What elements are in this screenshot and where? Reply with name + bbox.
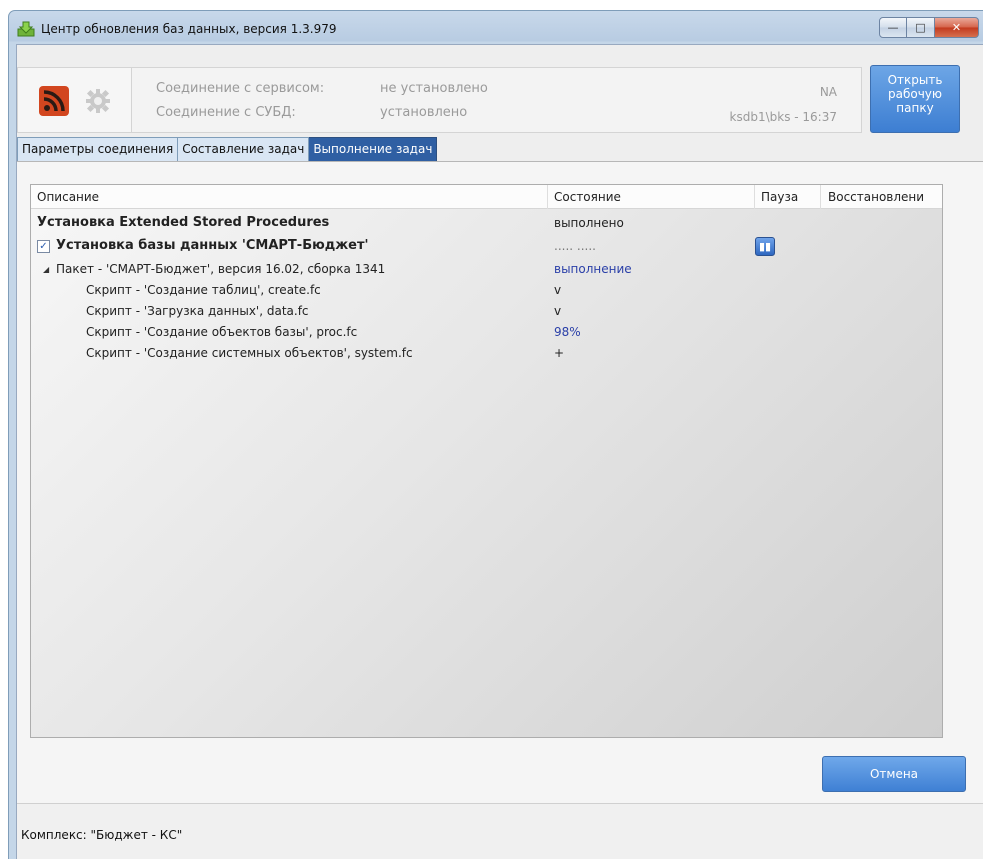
tree-expand-arrow-icon[interactable]: ◢ (43, 265, 49, 274)
maximize-button[interactable]: □ (907, 17, 935, 38)
status-icons (18, 68, 132, 132)
open-folder-label-1: Открыть (887, 73, 943, 87)
column-state[interactable]: Состояние (554, 190, 621, 204)
dbms-connection-label: Соединение с СУБД: (156, 105, 296, 120)
table-row[interactable]: Скрипт - 'Создание системных объектов', … (31, 345, 942, 365)
pause-icon[interactable]: ▮▮ (755, 237, 775, 256)
row-state: v (554, 304, 562, 318)
tab-connection-params[interactable]: Параметры соединения (17, 137, 179, 161)
row-description: Пакет - 'СМАРТ-Бюджет', версия 16.02, сб… (56, 262, 386, 276)
minimize-button[interactable]: — (879, 17, 907, 38)
table-row[interactable]: Скрипт - 'Создание таблиц', create.fc v (31, 282, 942, 302)
cancel-button[interactable]: Отмена (822, 756, 966, 792)
service-version-text: NA (819, 85, 837, 99)
connection-status-panel: Соединение с сервисом: не установлено Со… (17, 67, 862, 133)
column-divider (754, 185, 755, 209)
row-state: выполнено (554, 216, 624, 230)
title-bar[interactable]: Центр обновления баз данных, версия 1.3.… (9, 11, 983, 45)
column-pause[interactable]: Пауза (761, 190, 798, 204)
column-description[interactable]: Описание (37, 190, 99, 204)
close-button[interactable]: ✕ (935, 17, 979, 38)
tab-task-execution[interactable]: Выполнение задач (309, 137, 438, 161)
open-folder-label-3: папку (896, 101, 934, 115)
column-divider (547, 185, 548, 209)
tab-task-composition[interactable]: Составление задач (178, 137, 310, 161)
row-state: 98% (554, 325, 581, 339)
open-work-folder-button[interactable]: Открыть рабочую папку (870, 65, 960, 133)
service-connection-label: Соединение с сервисом: (156, 81, 325, 96)
row-state: ..... ..... (554, 239, 596, 253)
table-row[interactable]: ◢ Пакет - 'СМАРТ-Бюджет', версия 16.02, … (31, 261, 942, 281)
row-description: Скрипт - 'Создание системных объектов', … (86, 346, 413, 360)
app-window: Центр обновления баз данных, версия 1.3.… (8, 10, 983, 859)
service-connection-value: не установлено (380, 81, 488, 96)
session-info: ksdb1\bks - 16:37 (729, 110, 837, 124)
table-row[interactable]: Скрипт - 'Создание объектов базы', proc.… (31, 324, 942, 344)
column-recovery[interactable]: Восстановлени (828, 190, 942, 204)
table-row[interactable]: ✓ Установка базы данных 'СМАРТ-Бюджет' .… (31, 237, 942, 259)
window-controls: — □ ✕ (879, 17, 979, 39)
table-row[interactable]: Скрипт - 'Загрузка данных', data.fc v (31, 303, 942, 323)
gear-icon (86, 89, 110, 113)
row-description: Скрипт - 'Создание таблиц', create.fc (86, 283, 321, 297)
column-divider (820, 185, 821, 209)
row-description: Скрипт - 'Загрузка данных', data.fc (86, 304, 309, 318)
status-footer: Комплекс: "Бюджет - КС" (17, 803, 983, 859)
row-description: Скрипт - 'Создание объектов базы', proc.… (86, 325, 358, 339)
open-folder-label-2: рабочую (887, 87, 942, 101)
tab-strip: Параметры соединения Составление задач В… (17, 137, 438, 161)
row-description: Установка Extended Stored Procedures (37, 215, 330, 230)
database-install-checkbox[interactable]: ✓ (37, 240, 50, 253)
row-state: выполнение (554, 262, 632, 276)
complex-info: Комплекс: "Бюджет - КС" (21, 828, 183, 842)
client-area: Соединение с сервисом: не установлено Со… (16, 44, 983, 859)
row-state: v (554, 283, 562, 297)
grid-header: Описание Состояние Пауза Восстановлени (31, 185, 942, 209)
rss-icon (39, 86, 69, 116)
row-description: Установка базы данных 'СМАРТ-Бюджет' (56, 238, 369, 253)
task-grid[interactable]: Описание Состояние Пауза Восстановлени У… (30, 184, 943, 738)
dbms-connection-value: установлено (380, 105, 468, 120)
table-row[interactable]: Установка Extended Stored Procedures вып… (31, 215, 942, 235)
task-execution-panel: Описание Состояние Пауза Восстановлени У… (17, 161, 983, 803)
row-state: + (554, 346, 565, 360)
window-title: Центр обновления баз данных, версия 1.3.… (41, 22, 337, 36)
download-app-icon (17, 21, 35, 37)
